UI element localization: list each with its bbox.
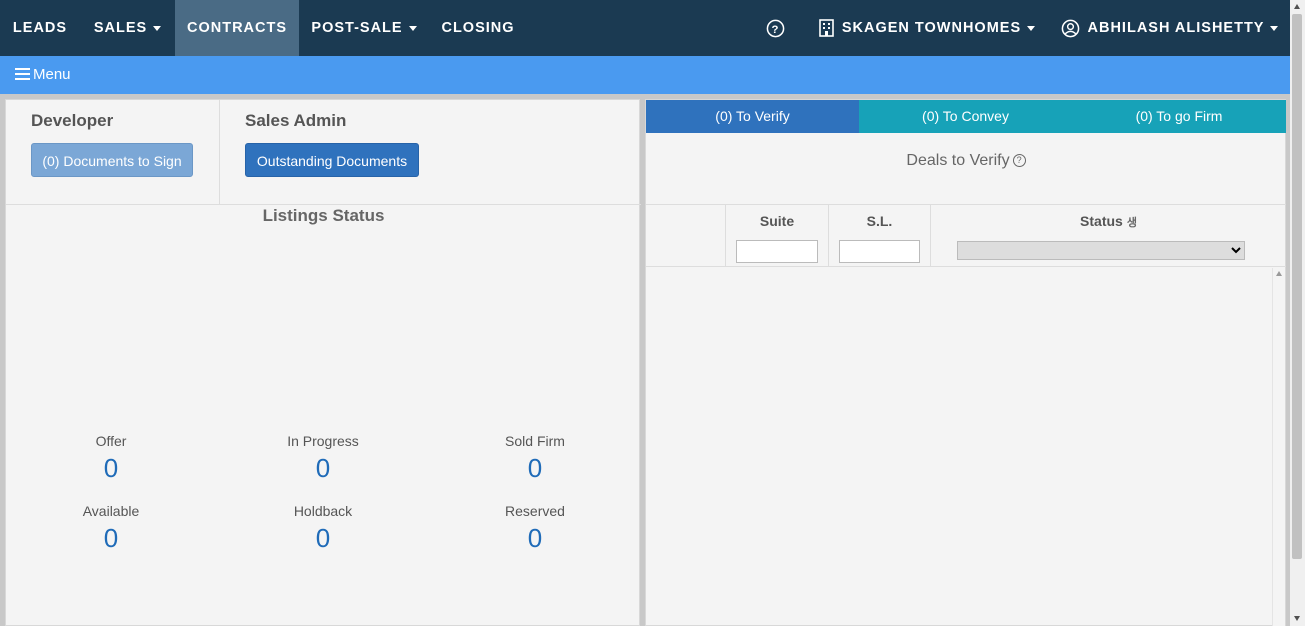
deals-title: Deals to Verify? xyxy=(646,152,1286,170)
nav-contracts[interactable]: CONTRACTS xyxy=(175,0,299,56)
suite-filter-input[interactable] xyxy=(736,240,818,263)
deals-table-header: Suite S.L. Status 생 xyxy=(646,204,1286,267)
menu-bar[interactable]: Menu xyxy=(0,56,1290,94)
question-circle-icon: ? xyxy=(766,19,784,38)
listings-status-title: Listings Status xyxy=(262,206,385,225)
svg-text:?: ? xyxy=(771,23,779,35)
building-icon xyxy=(819,19,834,37)
caret-down-icon xyxy=(1027,25,1036,31)
left-panel: Developer (0) Documents to Sign Sales Ad… xyxy=(5,99,641,626)
tab-to-go-firm[interactable]: (0) To go Firm xyxy=(1072,100,1286,133)
user-dropdown[interactable]: ABHILASH ALISHETTY xyxy=(1052,0,1287,56)
hamburger-icon[interactable] xyxy=(15,68,30,80)
tab-to-verify[interactable]: (0) To Verify xyxy=(646,100,859,133)
nav-closing[interactable]: CLOSING xyxy=(429,0,527,56)
scrollbar-thumb[interactable] xyxy=(1292,14,1302,559)
status-filter-select[interactable] xyxy=(957,241,1245,260)
documents-to-sign-button[interactable]: (0) Documents to Sign xyxy=(31,143,193,177)
stat-offer: Offer 0 xyxy=(95,433,127,483)
table-scrollbar[interactable] xyxy=(1272,268,1285,626)
column-sl: S.L. xyxy=(829,205,931,267)
column-suite: Suite xyxy=(726,205,829,267)
caret-down-icon xyxy=(408,25,417,31)
sort-icon[interactable]: 생 xyxy=(1127,217,1137,229)
sales-admin-section: Sales Admin Outstanding Documents xyxy=(220,100,640,204)
stat-sold-firm: Sold Firm 0 xyxy=(505,433,565,483)
stat-holdback: Holdback 0 xyxy=(293,503,353,553)
help-button[interactable]: ? xyxy=(757,0,793,56)
scroll-up-icon[interactable] xyxy=(1294,4,1300,9)
stat-in-progress: In Progress 0 xyxy=(287,433,359,483)
deals-panel: (0) To Verify (0) To Convey (0) To go Fi… xyxy=(645,99,1286,626)
tab-to-convey[interactable]: (0) To Convey xyxy=(859,100,1072,133)
sales-admin-title: Sales Admin xyxy=(245,111,347,130)
outstanding-documents-button[interactable]: Outstanding Documents xyxy=(245,143,419,177)
menu-label[interactable]: Menu xyxy=(33,66,71,83)
page-scrollbar[interactable] xyxy=(1290,0,1305,626)
column-blank xyxy=(646,205,726,267)
nav-leads[interactable]: LEADS xyxy=(0,0,80,56)
top-navbar: LEADS SALES CONTRACTS POST-SALE CLOSING … xyxy=(0,0,1290,56)
nav-sales[interactable]: SALES xyxy=(80,0,175,56)
project-dropdown[interactable]: SKAGEN TOWNHOMES xyxy=(812,0,1042,56)
column-status: Status 생 xyxy=(931,205,1286,267)
divider xyxy=(6,204,641,205)
sl-filter-input[interactable] xyxy=(839,240,920,263)
developer-section: Developer (0) Documents to Sign xyxy=(6,100,219,204)
scroll-down-icon[interactable] xyxy=(1294,616,1300,621)
user-circle-icon xyxy=(1061,19,1079,38)
caret-down-icon xyxy=(153,25,162,31)
stat-available: Available 0 xyxy=(82,503,140,553)
scroll-up-icon[interactable] xyxy=(1276,271,1282,276)
developer-title: Developer xyxy=(31,111,114,130)
caret-down-icon xyxy=(1270,25,1279,31)
question-circle-icon[interactable]: ? xyxy=(1012,154,1026,168)
stat-reserved: Reserved 0 xyxy=(505,503,565,553)
nav-post-sale[interactable]: POST-SALE xyxy=(299,0,429,56)
